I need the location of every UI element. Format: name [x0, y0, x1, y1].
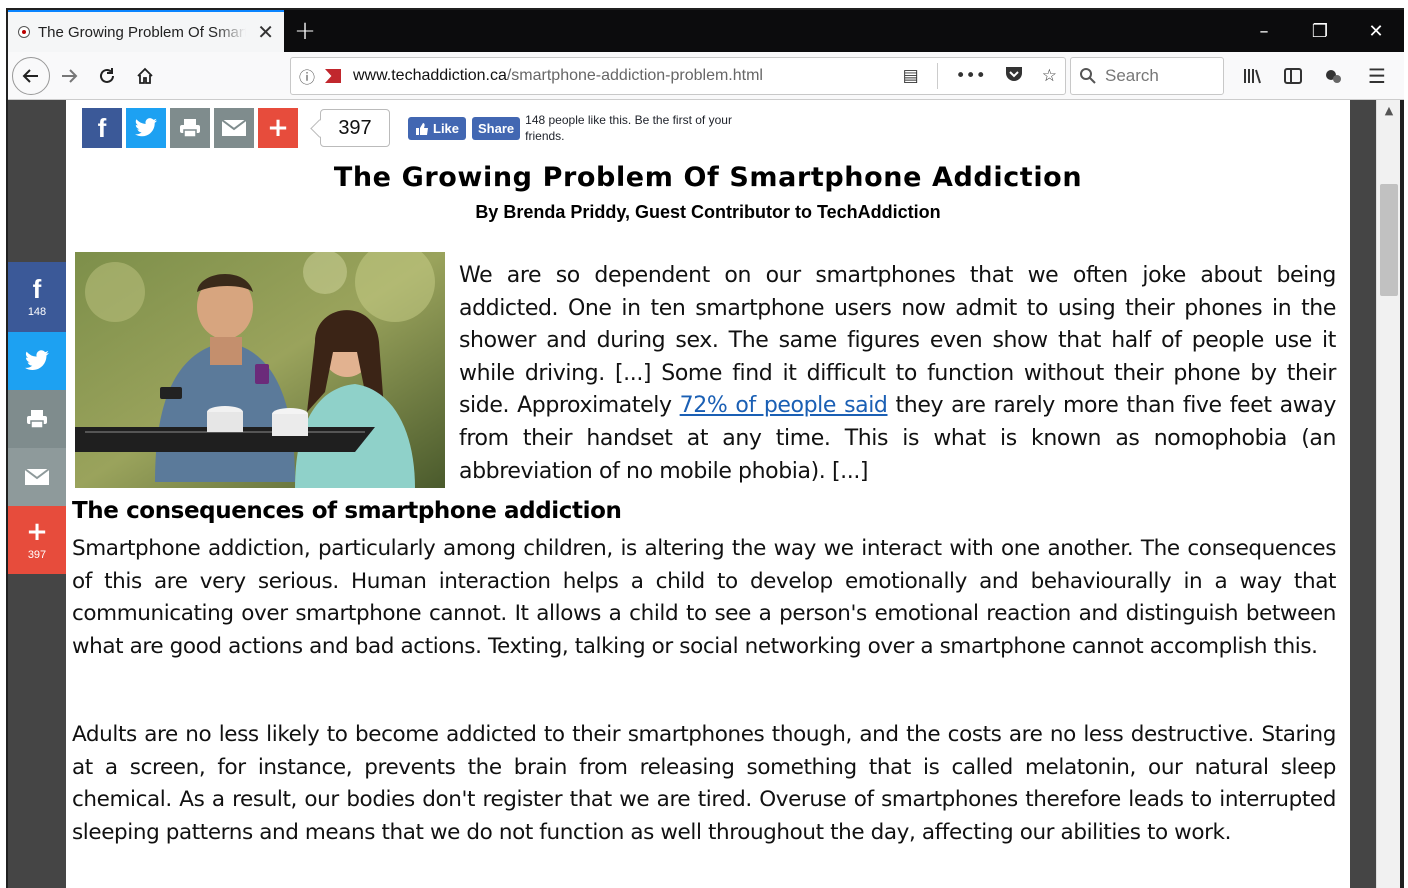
side-email-button[interactable]	[8, 448, 66, 506]
facebook-share-button[interactable]: f	[82, 108, 122, 148]
toolbar-icons	[1236, 57, 1350, 95]
email-share-button[interactable]	[214, 108, 254, 148]
search-input[interactable]	[1105, 66, 1215, 86]
email-icon	[221, 119, 247, 136]
side-facebook-button[interactable]: f 148	[8, 262, 66, 332]
side-twitter-button[interactable]	[8, 332, 66, 390]
back-icon	[22, 68, 38, 83]
reader-view-icon[interactable]: ▤	[903, 66, 919, 86]
reload-button[interactable]	[88, 57, 126, 95]
search-icon	[1080, 68, 1096, 84]
new-tab-button[interactable]: +	[284, 10, 326, 52]
top-share-bar: f + 397 Like Share 148 people like this.…	[82, 108, 765, 148]
print-button[interactable]	[170, 108, 210, 148]
url-bar[interactable]: ⓘ www.techaddiction.ca/smartphone-addict…	[290, 57, 1066, 95]
restore-button[interactable]: ❐	[1292, 10, 1348, 52]
page-viewport: f + 397 Like Share 148 people like this.…	[8, 100, 1376, 888]
bookmark-star-icon[interactable]: ☆	[1042, 66, 1057, 86]
article-content: f + 397 Like Share 148 people like this.…	[66, 100, 1350, 888]
extension-icon[interactable]	[1316, 57, 1350, 95]
tracking-shield-icon[interactable]	[325, 69, 341, 83]
home-icon	[137, 67, 153, 84]
pocket-icon[interactable]	[1004, 65, 1024, 88]
library-icon[interactable]	[1236, 57, 1270, 95]
print-icon	[180, 119, 200, 138]
consequences-paragraph: Smartphone addiction, particularly among…	[72, 536, 1336, 659]
facebook-icon: f	[32, 274, 42, 304]
share-count: 397	[320, 109, 390, 147]
back-button[interactable]	[12, 56, 50, 95]
article-title: The Growing Problem Of Smartphone Addict…	[333, 162, 1083, 193]
url-domain: www.techaddiction.ca	[353, 67, 507, 84]
search-box[interactable]	[1070, 57, 1224, 95]
print-icon	[27, 410, 47, 429]
minimize-button[interactable]: –	[1236, 10, 1292, 52]
side-facebook-count: 148	[27, 306, 47, 318]
twitter-icon	[135, 118, 157, 137]
fb-like-label: Like	[433, 120, 460, 136]
twitter-icon	[25, 350, 49, 370]
fb-like-count-text: 148 people like this. Be the first of yo…	[525, 113, 732, 143]
email-icon	[24, 468, 50, 485]
tab-strip: The Growing Problem Of Smartphone Addict…	[8, 10, 1404, 52]
statistic-link[interactable]: 72% of people said	[680, 393, 888, 418]
plus-icon: +	[26, 517, 48, 547]
thumbs-up-icon	[416, 122, 428, 135]
url-separator	[936, 63, 938, 89]
favicon-icon	[18, 26, 30, 38]
reload-icon	[100, 67, 114, 83]
side-total-count: 397	[27, 549, 47, 561]
scroll-up-arrow-icon[interactable]: ▲	[1377, 100, 1401, 120]
intro-paragraph: We are so dependent on our smartphones t…	[459, 260, 1336, 488]
side-print-button[interactable]	[8, 390, 66, 448]
article-photo	[75, 252, 445, 488]
url-path: /smartphone-addiction-problem.html	[506, 67, 763, 84]
active-tab[interactable]: The Growing Problem Of Smartphone Addict…	[8, 10, 284, 52]
navigation-toolbar: ⓘ www.techaddiction.ca/smartphone-addict…	[8, 52, 1404, 100]
section-heading: The consequences of smartphone addiction	[72, 498, 622, 524]
adults-paragraph: Adults are no less likely to become addi…	[72, 722, 1336, 845]
forward-icon	[62, 68, 78, 83]
info-icon[interactable]: ⓘ	[299, 64, 321, 88]
close-window-button[interactable]: ✕	[1348, 10, 1404, 52]
twitter-share-button[interactable]	[126, 108, 166, 148]
window-controls: – ❐ ✕	[1236, 10, 1404, 52]
tab-title: The Growing Problem Of Smartphone Addict…	[38, 23, 246, 41]
hamburger-menu-icon[interactable]: ☰	[1360, 57, 1394, 95]
facebook-like-widget: Like Share 148 people like this. Be the …	[408, 112, 765, 144]
sidebar-icon[interactable]	[1276, 57, 1310, 95]
article-byline: By Brenda Priddy, Guest Contributor to T…	[475, 202, 941, 222]
side-more-button[interactable]: + 397	[8, 506, 66, 574]
url-text[interactable]: www.techaddiction.ca/smartphone-addictio…	[353, 67, 763, 85]
side-share-bar: f 148 + 397	[8, 262, 66, 574]
fb-like-button[interactable]: Like	[408, 116, 467, 140]
fb-share-button[interactable]: Share	[472, 116, 521, 140]
vertical-scrollbar[interactable]: ▲	[1376, 100, 1400, 888]
url-actions: ▤ ••• ☆	[903, 63, 1057, 89]
close-tab-icon[interactable]: ✕	[257, 22, 274, 42]
more-actions-icon[interactable]: •••	[956, 66, 986, 86]
forward-button[interactable]	[50, 57, 88, 95]
more-share-button[interactable]: +	[258, 108, 298, 148]
scroll-thumb[interactable]	[1380, 184, 1398, 296]
home-button[interactable]	[126, 57, 164, 95]
